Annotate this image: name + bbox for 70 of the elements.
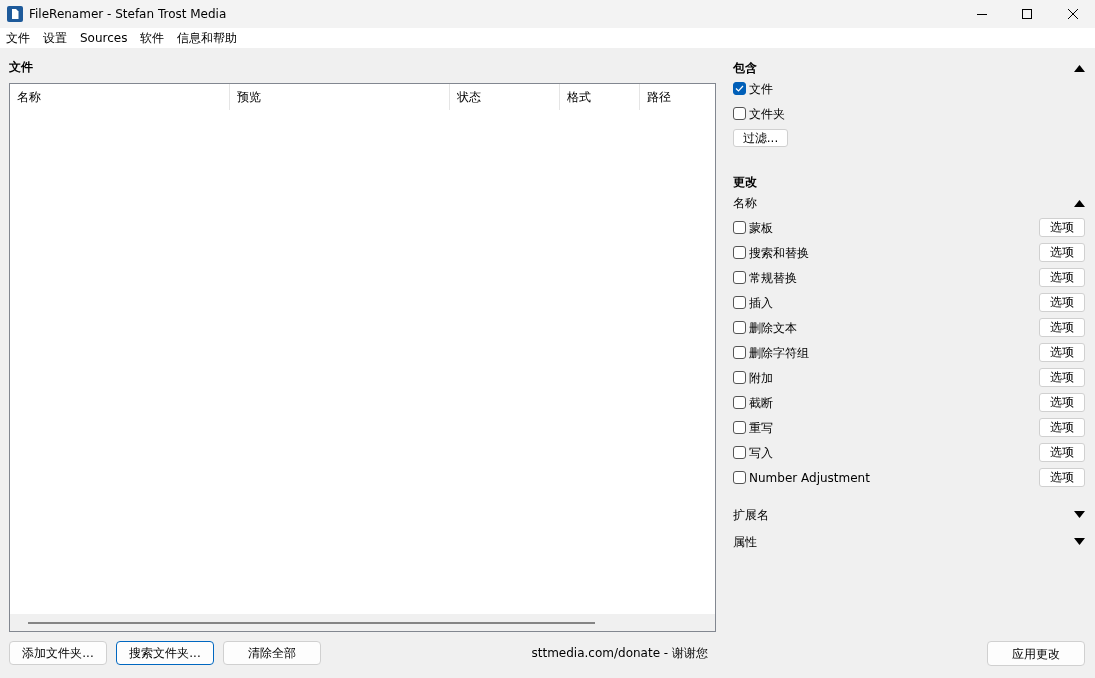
- subsection-title[interactable]: 属性: [733, 532, 757, 551]
- checkbox[interactable]: [733, 371, 746, 384]
- checkbox[interactable]: [733, 82, 746, 95]
- menu-item[interactable]: 软件: [140, 29, 165, 47]
- checkbox-label[interactable]: 文件夹: [749, 104, 785, 123]
- options-button[interactable]: 选项: [1039, 468, 1085, 487]
- minimize-icon[interactable]: [977, 13, 987, 15]
- subsection-title[interactable]: 名称: [733, 194, 757, 212]
- options-button[interactable]: 选项: [1039, 393, 1085, 412]
- apply-button[interactable]: 应用更改: [987, 641, 1085, 666]
- menu-item[interactable]: 设置: [43, 29, 67, 47]
- action-button[interactable]: 搜索文件夹...: [116, 641, 214, 665]
- options-button[interactable]: 选项: [1039, 343, 1085, 362]
- expand-arrow-icon[interactable]: [1074, 538, 1085, 545]
- section-title: 包含: [733, 60, 757, 77]
- checkbox[interactable]: [733, 107, 746, 120]
- checkbox[interactable]: [733, 471, 746, 484]
- options-button[interactable]: 选项: [1039, 268, 1085, 287]
- column-header[interactable]: 格式: [560, 84, 640, 110]
- scrollbar-thumb[interactable]: [28, 621, 595, 624]
- close-icon[interactable]: [1068, 9, 1078, 19]
- options-button[interactable]: 选项: [1039, 443, 1085, 462]
- section-title: 文件: [9, 59, 34, 75]
- collapse-arrow-icon[interactable]: [1074, 199, 1085, 207]
- checkbox-label[interactable]: 截断: [749, 393, 773, 412]
- checkbox[interactable]: [733, 396, 746, 409]
- checkbox[interactable]: [733, 321, 746, 334]
- checkbox-label[interactable]: Number Adjustment: [749, 468, 870, 487]
- checkbox-label[interactable]: 删除字符组: [749, 343, 809, 362]
- checkbox[interactable]: [733, 296, 746, 309]
- donate-link[interactable]: sttmedia.com/donate - 谢谢您: [531, 644, 708, 662]
- filter-button[interactable]: 过滤...: [733, 129, 788, 147]
- checkbox-label[interactable]: 蒙板: [749, 218, 773, 237]
- options-button[interactable]: 选项: [1039, 293, 1085, 312]
- options-button[interactable]: 选项: [1039, 418, 1085, 437]
- checkbox[interactable]: [733, 221, 746, 234]
- options-button[interactable]: 选项: [1039, 218, 1085, 237]
- options-button[interactable]: 选项: [1039, 368, 1085, 387]
- checkbox-label[interactable]: 插入: [749, 293, 773, 312]
- options-button[interactable]: 选项: [1039, 243, 1085, 262]
- checkbox-label[interactable]: 常规替换: [749, 268, 797, 287]
- options-button[interactable]: 选项: [1039, 318, 1085, 337]
- column-header[interactable]: 预览: [230, 84, 450, 110]
- menu-item[interactable]: Sources: [80, 29, 128, 47]
- menu-item[interactable]: 文件: [6, 29, 30, 47]
- window-title: FileRenamer - Stefan Trost Media: [29, 6, 227, 23]
- expand-arrow-icon[interactable]: [1074, 511, 1085, 518]
- horizontal-scrollbar[interactable]: [10, 614, 715, 631]
- column-header[interactable]: 名称: [10, 84, 230, 110]
- checkbox-label[interactable]: 搜索和替换: [749, 243, 809, 262]
- subsection-title[interactable]: 扩展名: [733, 505, 769, 524]
- checkbox-label[interactable]: 重写: [749, 418, 773, 437]
- checkbox-label[interactable]: 写入: [749, 443, 773, 462]
- checkbox-label[interactable]: 文件: [749, 79, 773, 98]
- collapse-arrow-icon[interactable]: [1074, 64, 1085, 72]
- checkbox[interactable]: [733, 421, 746, 434]
- document-icon: [7, 6, 23, 22]
- column-header[interactable]: 路径: [640, 84, 715, 110]
- column-header[interactable]: 状态: [450, 84, 560, 110]
- action-button[interactable]: 添加文件夹...: [9, 641, 107, 665]
- menu-item[interactable]: 信息和帮助: [177, 29, 238, 47]
- section-title: 更改: [733, 174, 758, 189]
- maximize-icon[interactable]: [1022, 9, 1032, 19]
- checkbox[interactable]: [733, 271, 746, 284]
- checkbox-label[interactable]: 删除文本: [749, 318, 797, 337]
- checkbox[interactable]: [733, 446, 746, 459]
- checkbox-label[interactable]: 附加: [749, 368, 773, 387]
- action-button[interactable]: 清除全部: [223, 641, 321, 665]
- checkbox[interactable]: [733, 246, 746, 259]
- checkbox[interactable]: [733, 346, 746, 359]
